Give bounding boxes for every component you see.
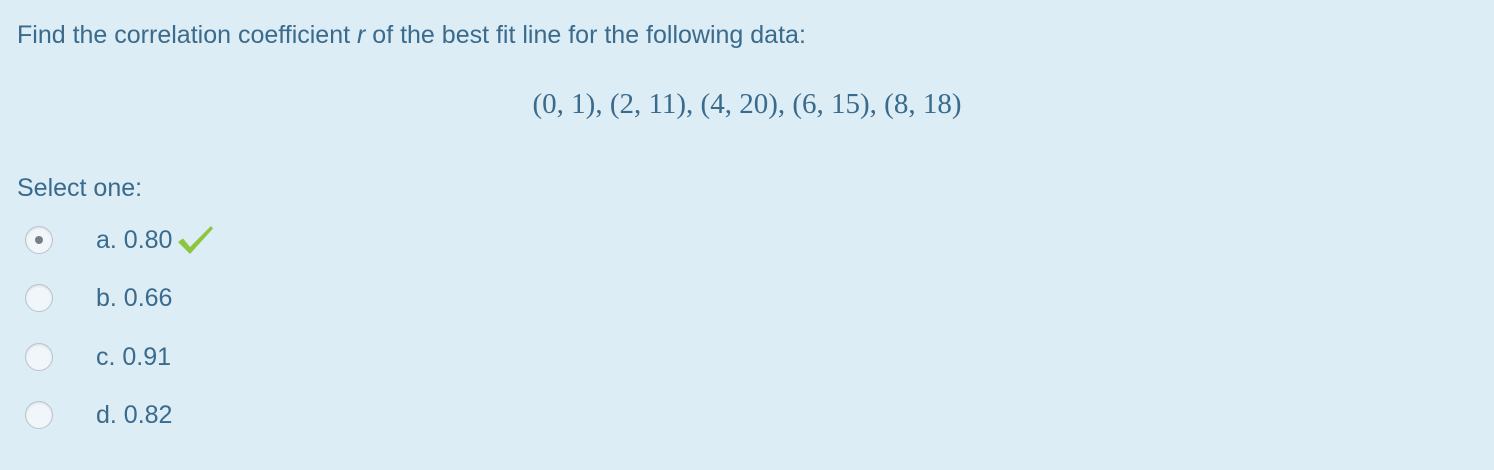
question-text: Find the correlation coefficient r of th…	[17, 20, 806, 50]
data-points: (0, 1), (2, 11), (4, 20), (6, 15), (8, 1…	[532, 88, 962, 120]
question-text-before: Find the correlation coefficient	[17, 21, 358, 49]
check-mark-icon	[178, 226, 214, 254]
radio-button-b[interactable]	[25, 284, 53, 312]
radio-button-a[interactable]	[25, 226, 53, 254]
answer-option-c[interactable]: c. 0.91	[25, 340, 171, 374]
question-text-after: of the best fit line for the following d…	[365, 21, 806, 49]
answer-option-d[interactable]: d. 0.82	[25, 398, 172, 432]
option-label-c[interactable]: c. 0.91	[96, 342, 171, 372]
radio-button-c[interactable]	[25, 343, 53, 371]
option-label-a[interactable]: a. 0.80	[96, 225, 172, 255]
option-label-d[interactable]: d. 0.82	[96, 400, 172, 430]
option-label-b[interactable]: b. 0.66	[96, 283, 172, 313]
answer-option-b[interactable]: b. 0.66	[25, 281, 172, 315]
answer-option-a[interactable]: a. 0.80	[25, 223, 214, 257]
select-prompt: Select one:	[17, 174, 143, 202]
radio-button-d[interactable]	[25, 401, 53, 429]
